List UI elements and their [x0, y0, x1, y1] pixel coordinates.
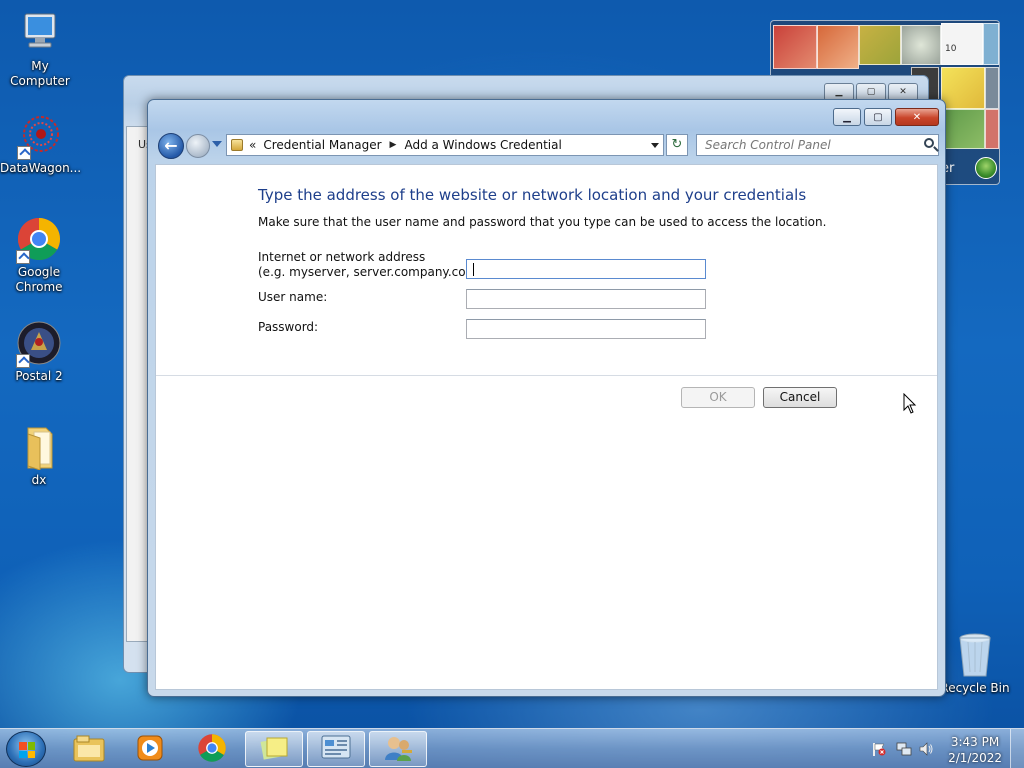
- breadcrumb-separator-icon[interactable]: ▶: [390, 140, 397, 150]
- taskbar-chrome[interactable]: [183, 731, 241, 767]
- back-button[interactable]: ←: [158, 133, 184, 159]
- maximize-button[interactable]: ▢: [864, 108, 892, 126]
- control-panel-icon: [320, 734, 352, 765]
- text-caret: [473, 263, 474, 276]
- cancel-button[interactable]: Cancel: [763, 387, 837, 408]
- control-panel-icon: [231, 139, 243, 151]
- desktop-icon-recycle-bin[interactable]: Recycle Bin: [935, 632, 1015, 696]
- gadget-tile: [901, 25, 941, 65]
- recycle-bin-icon: [952, 632, 998, 678]
- taskbar: 3:43 PM 2/1/2022: [0, 728, 1024, 768]
- network-icon[interactable]: [896, 741, 912, 757]
- recent-pages-dropdown[interactable]: [212, 141, 222, 147]
- shortcut-arrow-icon: [16, 250, 30, 264]
- back-arrow-icon: ←: [164, 136, 178, 155]
- network-address-input[interactable]: [466, 259, 706, 279]
- password-label: Password:: [258, 320, 319, 334]
- forward-button[interactable]: [186, 134, 210, 158]
- address-dropdown-icon[interactable]: [651, 143, 659, 148]
- shortcut-arrow-icon: [17, 146, 31, 160]
- credential-manager-window[interactable]: ▁ ▢ ✕ ← « Credential Manager ▶ Add a Win…: [147, 99, 946, 697]
- datawagon-icon: [17, 112, 63, 160]
- gadget-tile: [941, 109, 985, 149]
- network-address-label-line2: (e.g. myserver, server.company.com):: [258, 265, 486, 279]
- action-center-flag-icon[interactable]: [872, 742, 886, 756]
- maximize-icon: ▢: [873, 111, 883, 123]
- desktop-icon-google-chrome[interactable]: Google Chrome: [0, 216, 79, 295]
- clock-date: 2/1/2022: [948, 751, 1002, 765]
- postal2-icon: [16, 320, 62, 368]
- chrome-icon: [197, 733, 227, 766]
- gadget-tile: [985, 109, 999, 149]
- explorer-icon: [73, 734, 105, 765]
- gadget-tile: [773, 25, 817, 69]
- desktop-icon-label: Postal 2: [15, 369, 63, 383]
- windows-orb-icon[interactable]: [975, 157, 997, 179]
- ok-button[interactable]: OK: [681, 387, 755, 408]
- divider: [156, 375, 937, 376]
- close-button[interactable]: ✕: [895, 108, 939, 126]
- gadget-tile: [859, 25, 901, 65]
- shortcut-arrow-icon: [16, 354, 30, 368]
- refresh-icon: ↻: [671, 137, 683, 152]
- desktop-icon-label: Recycle Bin: [940, 681, 1010, 695]
- main-content: Type the address of the website or netwo…: [155, 164, 938, 690]
- volume-icon[interactable]: [918, 741, 934, 757]
- minimize-button[interactable]: ▁: [833, 108, 861, 126]
- computer-icon: [17, 10, 63, 56]
- desktop-icon-label: DataWagon...: [0, 161, 82, 175]
- gadget-clock-text: 10: [945, 44, 957, 54]
- desktop-icon-my-computer[interactable]: My Computer: [0, 10, 80, 89]
- breadcrumb-credential-manager[interactable]: Credential Manager: [263, 138, 381, 152]
- password-input[interactable]: [466, 319, 706, 339]
- breadcrumb-add-windows-credential[interactable]: Add a Windows Credential: [404, 138, 561, 152]
- desktop-icon-dx[interactable]: dx: [0, 424, 79, 488]
- windows-logo-icon: [19, 742, 35, 758]
- search-icon[interactable]: [924, 138, 934, 148]
- gadget-tile: 10: [941, 23, 983, 65]
- navigation-bar: ← « Credential Manager ▶ Add a Windows C…: [156, 132, 939, 160]
- desktop-icon-datawagon[interactable]: DataWagon...: [0, 112, 82, 176]
- gadget-tile: [941, 67, 985, 109]
- desktop-icon-label: Google Chrome: [15, 265, 63, 294]
- taskbar-sticky-notes[interactable]: [245, 731, 303, 767]
- minimize-icon: ▁: [843, 111, 851, 123]
- desktop-icon-label: My Computer: [10, 59, 70, 88]
- folder-icon: [16, 424, 62, 471]
- gadget-tile: [983, 23, 999, 65]
- taskbar-credential-manager[interactable]: [369, 731, 427, 767]
- desktop-icon-postal-2[interactable]: Postal 2: [0, 320, 79, 384]
- start-button[interactable]: [6, 731, 46, 767]
- gadget-tile: [817, 25, 859, 69]
- network-address-label: Internet or network address (e.g. myserv…: [258, 250, 486, 280]
- address-bar[interactable]: « Credential Manager ▶ Add a Windows Cre…: [226, 134, 664, 156]
- search-input[interactable]: Search Control Panel: [696, 134, 939, 156]
- chrome-icon: [16, 216, 62, 264]
- clock[interactable]: 3:43 PM 2/1/2022: [948, 734, 1002, 766]
- taskbar-explorer[interactable]: [60, 731, 118, 767]
- taskbar-media-player[interactable]: [121, 731, 179, 767]
- show-desktop-button[interactable]: [1010, 729, 1024, 768]
- sticky-notes-icon: [259, 734, 289, 765]
- clock-time: 3:43 PM: [950, 735, 1000, 749]
- breadcrumb-overflow[interactable]: «: [249, 138, 256, 152]
- desktop-icon-label: dx: [31, 473, 47, 487]
- taskbar-control-panel[interactable]: [307, 731, 365, 767]
- system-tray: 3:43 PM 2/1/2022: [864, 729, 1024, 768]
- close-icon: ✕: [912, 111, 922, 123]
- search-placeholder: Search Control Panel: [705, 138, 831, 152]
- gadget-tile: [985, 67, 999, 109]
- username-label: User name:: [258, 290, 328, 304]
- page-description: Make sure that the user name and passwor…: [258, 215, 827, 229]
- page-title: Type the address of the website or netwo…: [258, 186, 807, 204]
- username-input[interactable]: [466, 289, 706, 309]
- media-player-icon: [135, 733, 165, 766]
- refresh-button[interactable]: ↻: [666, 134, 688, 156]
- network-address-label-line1: Internet or network address: [258, 250, 426, 264]
- credential-users-icon: [382, 734, 414, 765]
